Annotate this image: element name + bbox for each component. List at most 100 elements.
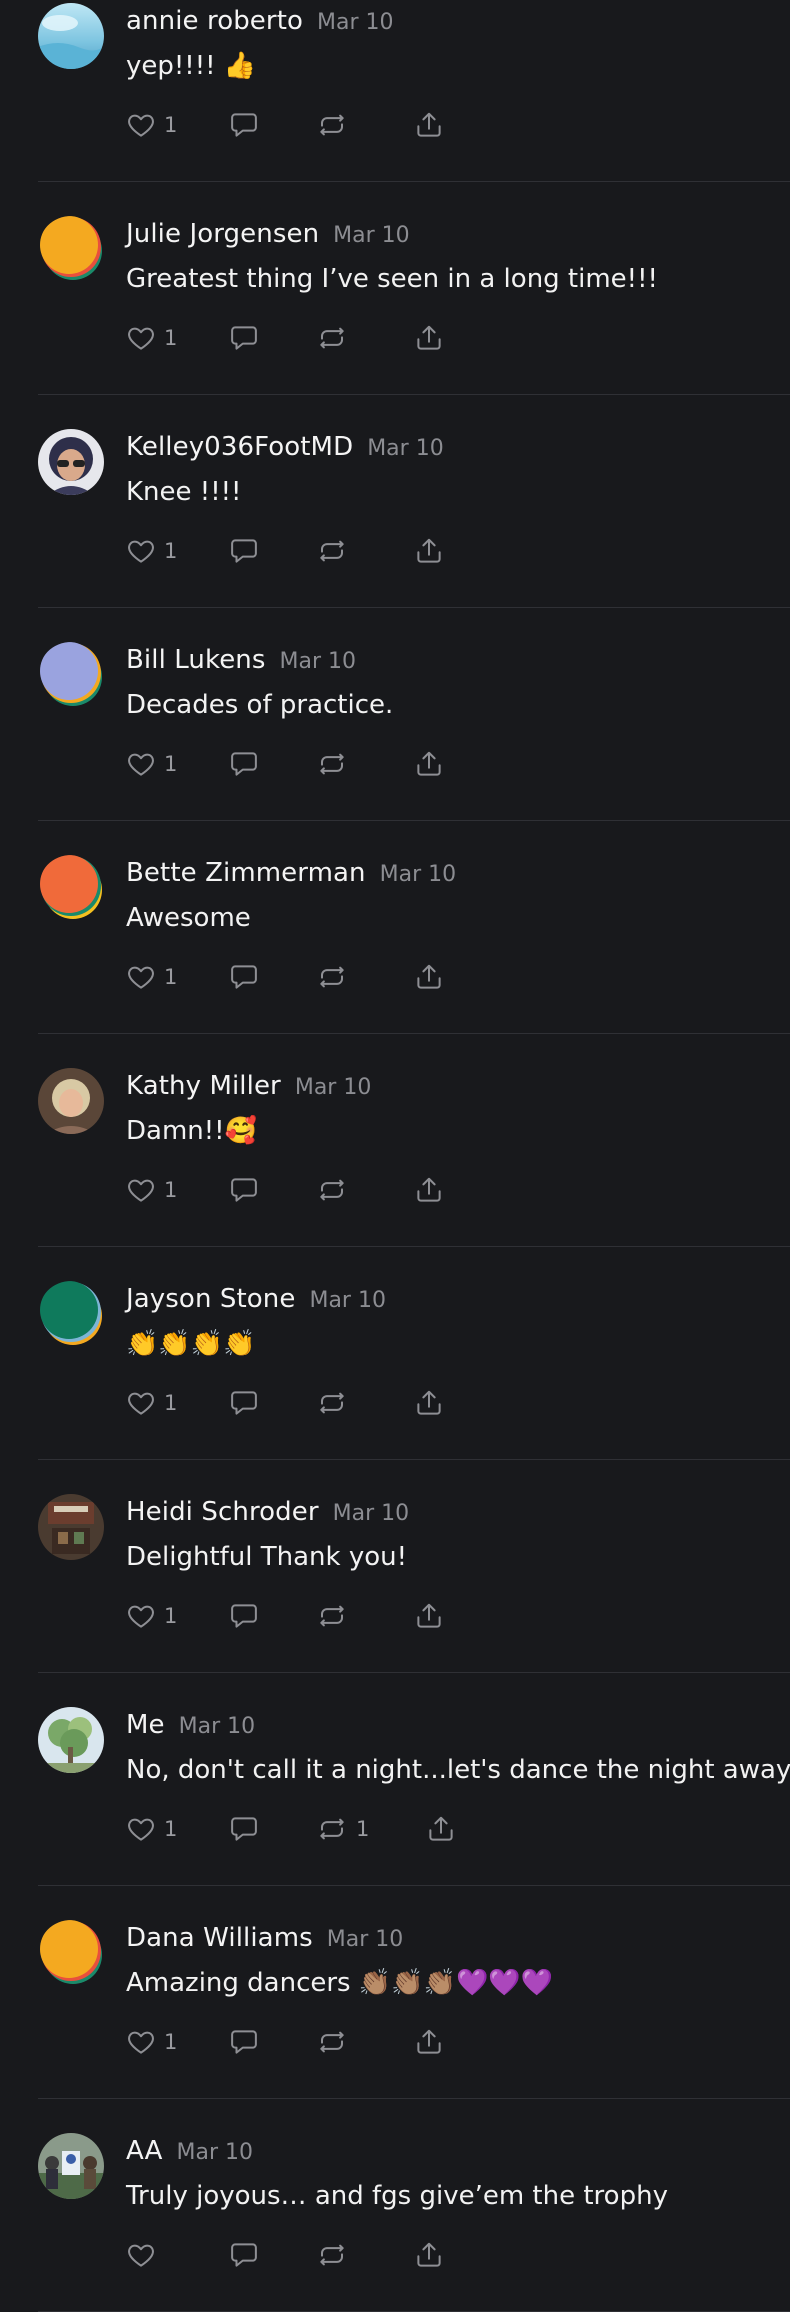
repost-icon (316, 1601, 348, 1631)
author-name[interactable]: Julie Jorgensen (126, 219, 319, 249)
share-button[interactable] (414, 2238, 444, 2272)
author-name[interactable]: Kelley036FootMD (126, 432, 353, 462)
like-count: 1 (164, 326, 178, 350)
avatar[interactable] (38, 1707, 104, 1773)
post-header: Dana Williams Mar 10 (126, 1923, 403, 1953)
like-button[interactable]: 1 (126, 1812, 177, 1846)
repost-button[interactable] (316, 1599, 348, 1633)
reply-button[interactable] (228, 747, 260, 781)
like-button[interactable]: 1 (126, 747, 177, 781)
like-count: 1 (164, 1817, 178, 1841)
avatar[interactable] (38, 1281, 104, 1347)
author-name[interactable]: Heidi Schroder (126, 1497, 319, 1527)
post-text: Truly joyous… and fgs give’em the trophy (126, 2181, 668, 2211)
author-name[interactable]: Bill Lukens (126, 645, 266, 675)
heart-icon (126, 110, 156, 140)
reply-post[interactable]: Dana Williams Mar 10 Amazing dancers 👏🏽👏🏽… (0, 1886, 790, 2099)
share-icon (414, 2240, 444, 2270)
share-icon (414, 2027, 444, 2057)
reply-button[interactable] (228, 960, 260, 994)
avatar[interactable] (38, 2133, 104, 2199)
reply-post[interactable]: Heidi Schroder Mar 10 Delightful Thank yo… (0, 1460, 790, 1673)
share-button[interactable] (414, 534, 444, 568)
author-name[interactable]: AA (126, 2136, 163, 2166)
avatar[interactable] (38, 1920, 104, 1986)
repost-button[interactable] (316, 747, 348, 781)
share-button[interactable] (414, 2025, 444, 2059)
author-name[interactable]: annie roberto (126, 6, 303, 36)
reply-post[interactable]: annie roberto Mar 10 yep!!!! 👍 1 (0, 0, 790, 182)
reply-button[interactable] (228, 1386, 260, 1420)
share-button[interactable] (414, 108, 444, 142)
like-button[interactable]: 1 (126, 1386, 177, 1420)
reply-icon (228, 749, 260, 779)
post-text: 👏👏👏👏 (126, 1329, 256, 1359)
like-button[interactable]: 1 (126, 1173, 177, 1207)
repost-button[interactable]: 1 (316, 1812, 369, 1846)
like-button[interactable]: 1 (126, 1599, 177, 1633)
share-icon (414, 962, 444, 992)
reply-button[interactable] (228, 1173, 260, 1207)
share-button[interactable] (414, 1173, 444, 1207)
share-button[interactable] (414, 321, 444, 355)
post-date: Mar 10 (332, 1501, 410, 1526)
reply-post[interactable]: Bette Zimmerman Mar 10 Awesome 1 (0, 821, 790, 1034)
author-name[interactable]: Bette Zimmerman (126, 858, 366, 888)
heart-icon (126, 536, 156, 566)
reply-post[interactable]: Me Mar 10 No, don't call it a night...let… (0, 1673, 790, 1886)
repost-button[interactable] (316, 2238, 348, 2272)
heart-icon (126, 1601, 156, 1631)
author-name[interactable]: Jayson Stone (126, 1284, 295, 1314)
share-button[interactable] (414, 747, 444, 781)
like-button[interactable]: 1 (126, 960, 177, 994)
repost-button[interactable] (316, 108, 348, 142)
avatar[interactable] (38, 855, 104, 921)
like-button[interactable] (126, 2238, 156, 2272)
reply-post[interactable]: Bill Lukens Mar 10 Decades of practice. 1 (0, 608, 790, 821)
author-name[interactable]: Kathy Miller (126, 1071, 281, 1101)
reply-button[interactable] (228, 2238, 260, 2272)
like-button[interactable]: 1 (126, 2025, 177, 2059)
reply-post[interactable]: Jayson Stone Mar 10 👏👏👏👏 1 (0, 1247, 790, 1460)
share-button[interactable] (426, 1812, 456, 1846)
share-icon (414, 1388, 444, 1418)
post-text: yep!!!! 👍 (126, 51, 257, 81)
avatar[interactable] (38, 216, 104, 282)
post-text: Greatest thing I’ve seen in a long time!… (126, 264, 658, 294)
repost-button[interactable] (316, 534, 348, 568)
reply-post[interactable]: Kathy Miller Mar 10 Damn!!🥰 1 (0, 1034, 790, 1247)
repost-button[interactable] (316, 2025, 348, 2059)
repost-button[interactable] (316, 321, 348, 355)
author-name[interactable]: Me (126, 1710, 165, 1740)
avatar[interactable] (38, 429, 104, 495)
reply-post[interactable]: Kelley036FootMD Mar 10 Knee !!!! 1 (0, 395, 790, 608)
like-button[interactable]: 1 (126, 108, 177, 142)
reply-button[interactable] (228, 108, 260, 142)
reply-post[interactable]: AA Mar 10 Truly joyous… and fgs give’em t… (0, 2099, 790, 2312)
avatar[interactable] (38, 1068, 104, 1134)
like-button[interactable]: 1 (126, 534, 177, 568)
share-button[interactable] (414, 1599, 444, 1633)
reply-button[interactable] (228, 1812, 260, 1846)
share-button[interactable] (414, 960, 444, 994)
post-header: AA Mar 10 (126, 2136, 253, 2166)
post-date: Mar 10 (367, 436, 444, 461)
reply-button[interactable] (228, 2025, 260, 2059)
reply-button[interactable] (228, 321, 260, 355)
repost-button[interactable] (316, 1386, 348, 1420)
author-name[interactable]: Dana Williams (126, 1923, 313, 1953)
avatar[interactable] (38, 3, 104, 69)
repost-button[interactable] (316, 960, 348, 994)
repost-button[interactable] (316, 1173, 348, 1207)
heart-icon (126, 1814, 156, 1844)
reply-button[interactable] (228, 1599, 260, 1633)
post-date: Mar 10 (294, 1075, 372, 1100)
post-date: Mar 10 (317, 10, 394, 35)
avatar[interactable] (38, 1494, 104, 1560)
post-date: Mar 10 (178, 1714, 256, 1739)
like-button[interactable]: 1 (126, 321, 177, 355)
avatar[interactable] (38, 642, 104, 708)
share-button[interactable] (414, 1386, 444, 1420)
reply-post[interactable]: Julie Jorgensen Mar 10 Greatest thing I’v… (0, 182, 790, 395)
reply-button[interactable] (228, 534, 260, 568)
